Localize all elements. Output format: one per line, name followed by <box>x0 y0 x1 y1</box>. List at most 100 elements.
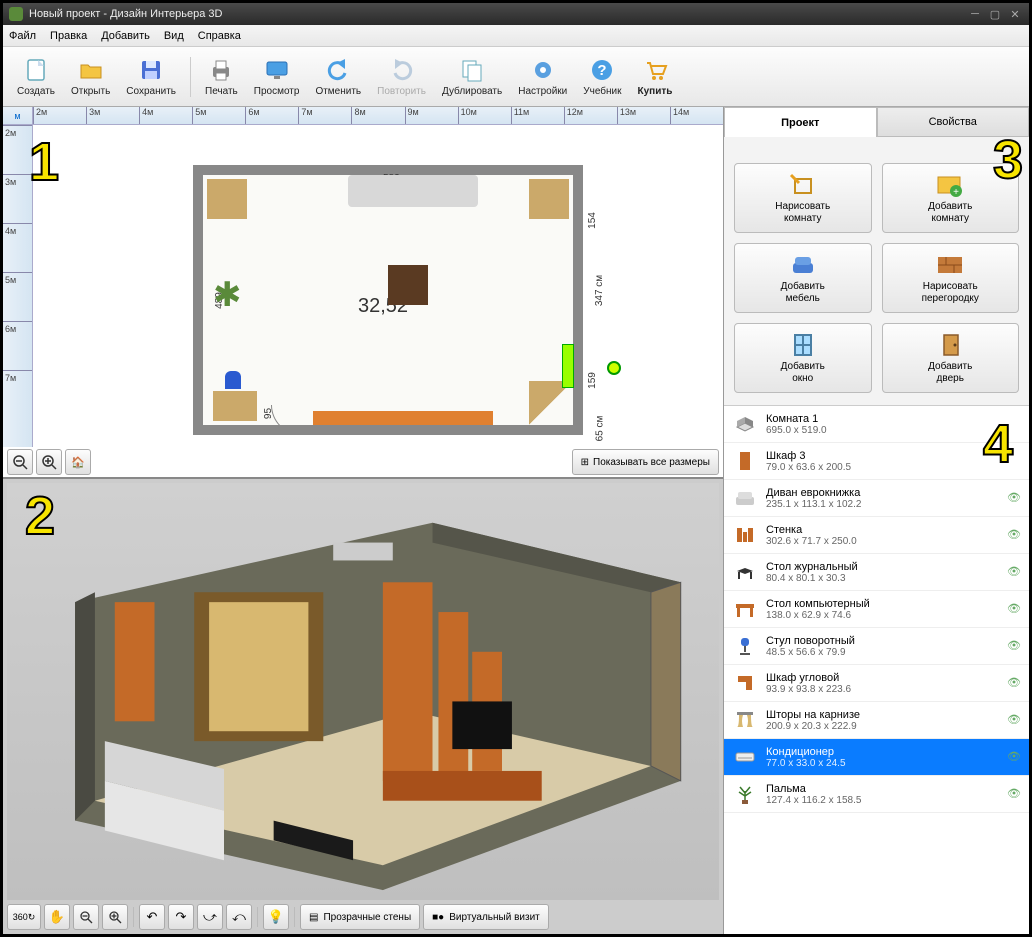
object-item[interactable]: Стол компьютерный138.0 x 62.9 x 74.6👁 <box>724 591 1029 628</box>
object-dimensions: 302.6 x 71.7 x 250.0 <box>766 536 1007 547</box>
zoom-in-button[interactable] <box>36 449 62 475</box>
toolbar-undo-button[interactable]: Отменить <box>309 54 367 99</box>
rotate-right-button[interactable]: ↷ <box>168 904 194 930</box>
toolbar-file-button[interactable]: Создать <box>11 54 61 99</box>
action-draw-wall[interactable]: Нарисоватьперегородку <box>882 243 1020 313</box>
door-arc[interactable] <box>271 405 301 435</box>
home-button[interactable]: 🏠 <box>65 449 91 475</box>
object-item[interactable]: Шкаф 379.0 x 63.6 x 200.5 <box>724 443 1029 480</box>
wall-icon: ▤ <box>309 912 318 923</box>
visibility-eye-icon[interactable]: 👁 <box>1007 787 1021 801</box>
action-add-furniture[interactable]: Добавитьмебель <box>734 243 872 313</box>
transparent-walls-button[interactable]: ▤ Прозрачные стены <box>300 904 420 930</box>
object-item[interactable]: Диван еврокнижка235.1 x 113.1 x 102.2👁 <box>724 480 1029 517</box>
rotate-left-button[interactable]: ↶ <box>139 904 165 930</box>
toolbar-redo-button[interactable]: Повторить <box>371 54 432 99</box>
menu-edit[interactable]: Правка <box>50 30 87 42</box>
toolbar-help-button[interactable]: ?Учебник <box>577 54 627 99</box>
visibility-eye-icon[interactable]: 👁 <box>1007 565 1021 579</box>
dim-right: 347 см <box>594 275 605 306</box>
furniture-desk[interactable] <box>213 391 257 421</box>
zoom-out-button[interactable] <box>7 449 33 475</box>
visibility-eye-icon[interactable]: 👁 <box>1007 639 1021 653</box>
furniture-block[interactable] <box>529 179 569 219</box>
visibility-eye-icon[interactable]: 👁 <box>1007 528 1021 542</box>
toolbar-save-button[interactable]: Сохранить <box>120 54 182 99</box>
menu-file[interactable]: Файл <box>9 30 36 42</box>
tilt-down-button[interactable]: ⤺ <box>226 904 252 930</box>
object-item[interactable]: Стол журнальный80.4 x 80.1 x 30.3👁 <box>724 554 1029 591</box>
visibility-eye-icon[interactable]: 👁 <box>1007 676 1021 690</box>
view-3d[interactable]: 2 <box>3 477 723 934</box>
object-name: Стенка <box>766 524 1007 536</box>
show-all-sizes-button[interactable]: ⊞ Показывать все размеры <box>572 449 719 475</box>
selected-ac[interactable] <box>563 345 573 387</box>
cabinet-icon <box>732 522 758 548</box>
svg-text:?: ? <box>598 62 607 79</box>
furniture-cabinet[interactable] <box>313 411 493 425</box>
object-item[interactable]: Стул поворотный48.5 x 56.6 x 79.9👁 <box>724 628 1029 665</box>
window-title: Новый проект - Дизайн Интерьера 3D <box>29 8 222 20</box>
visibility-eye-icon[interactable]: 👁 <box>1007 602 1021 616</box>
maximize-button[interactable]: ▢ <box>987 6 1003 22</box>
furniture-block[interactable] <box>207 179 247 219</box>
dim-right-sub3: 65 см <box>595 416 606 442</box>
action-draw-room[interactable]: Нарисоватькомнату <box>734 163 872 233</box>
menu-add[interactable]: Добавить <box>101 30 150 42</box>
undo-icon <box>324 56 352 84</box>
visibility-eye-icon[interactable]: 👁 <box>1007 713 1021 727</box>
lighting-button[interactable]: 💡 <box>263 904 289 930</box>
3d-canvas[interactable] <box>7 483 719 900</box>
add-door-icon <box>935 332 965 358</box>
toolbar-print-button[interactable]: Печать <box>199 54 244 99</box>
toolbar-cart-button[interactable]: Купить <box>632 54 679 99</box>
object-list[interactable]: Комната 1695.0 x 519.0Шкаф 379.0 x 63.6 … <box>724 405 1029 934</box>
object-item[interactable]: Кондиционер77.0 x 33.0 x 24.5👁 <box>724 739 1029 776</box>
visibility-eye-icon[interactable]: 👁 <box>1007 750 1021 764</box>
minimize-button[interactable]: ─ <box>967 6 983 22</box>
object-item[interactable]: Шторы на карнизе200.9 x 20.3 x 222.9👁 <box>724 702 1029 739</box>
zoom-out-3d-button[interactable] <box>73 904 99 930</box>
tab-properties[interactable]: Свойства <box>877 107 1030 137</box>
toolbar-folder-button[interactable]: Открыть <box>65 54 116 99</box>
furniture-sofa[interactable] <box>348 175 478 207</box>
object-dimensions: 79.0 x 63.6 x 200.5 <box>766 462 1021 473</box>
object-item[interactable]: Комната 1695.0 x 519.0 <box>724 406 1029 443</box>
chair-icon <box>732 633 758 659</box>
toolbar-copy-button[interactable]: Дублировать <box>436 54 508 99</box>
zoom-in-3d-button[interactable] <box>102 904 128 930</box>
action-add-window[interactable]: Добавитьокно <box>734 323 872 393</box>
object-item[interactable]: Шкаф угловой93.9 x 93.8 x 223.6👁 <box>724 665 1029 702</box>
object-dimensions: 77.0 x 33.0 x 24.5 <box>766 758 1007 769</box>
virtual-visit-button[interactable]: ■● Виртуальный визит <box>423 904 549 930</box>
plan-canvas[interactable]: 582 347 см 154 159 65 см 489 665 95 32,5… <box>33 125 723 447</box>
plant-icon[interactable]: ✱ <box>213 275 263 325</box>
rotate-360-button[interactable]: 360↻ <box>7 904 41 930</box>
selection-handle[interactable] <box>607 361 621 375</box>
monitor-icon <box>263 56 291 84</box>
plan-view-2d[interactable]: 1 м 2м3м4м5м6м7м8м9м10м11м12м13м14м 2м3м… <box>3 107 723 477</box>
furniture-corner[interactable] <box>529 381 573 425</box>
toolbar: СоздатьОткрытьСохранить ПечатьПросмотрОтм… <box>3 47 1029 107</box>
action-add-room[interactable]: +Добавитькомнату <box>882 163 1020 233</box>
help-icon: ? <box>588 56 616 84</box>
menu-view[interactable]: Вид <box>164 30 184 42</box>
dimensions-icon: ⊞ <box>581 457 589 468</box>
toolbar-monitor-button[interactable]: Просмотр <box>248 54 306 99</box>
furniture-chair[interactable] <box>225 371 241 389</box>
visibility-eye-icon[interactable]: 👁 <box>1007 491 1021 505</box>
close-button[interactable]: ✕ <box>1007 6 1023 22</box>
desk-icon <box>732 596 758 622</box>
object-item[interactable]: Пальма127.4 x 116.2 x 158.5👁 <box>724 776 1029 813</box>
right-tabs: Проект Свойства <box>724 107 1029 137</box>
object-item[interactable]: Стенка302.6 x 71.7 x 250.0👁 <box>724 517 1029 554</box>
tilt-up-button[interactable]: ⤻ <box>197 904 223 930</box>
tab-project[interactable]: Проект <box>724 107 877 137</box>
action-add-door[interactable]: Добавитьдверь <box>882 323 1020 393</box>
object-dimensions: 48.5 x 56.6 x 79.9 <box>766 647 1007 658</box>
toolbar-gear-button[interactable]: Настройки <box>512 54 573 99</box>
room-outline[interactable]: 582 347 см 154 159 65 см 489 665 95 32,5… <box>193 165 583 435</box>
pan-button[interactable]: ✋ <box>44 904 70 930</box>
furniture-table[interactable] <box>388 265 428 305</box>
menu-help[interactable]: Справка <box>198 30 241 42</box>
